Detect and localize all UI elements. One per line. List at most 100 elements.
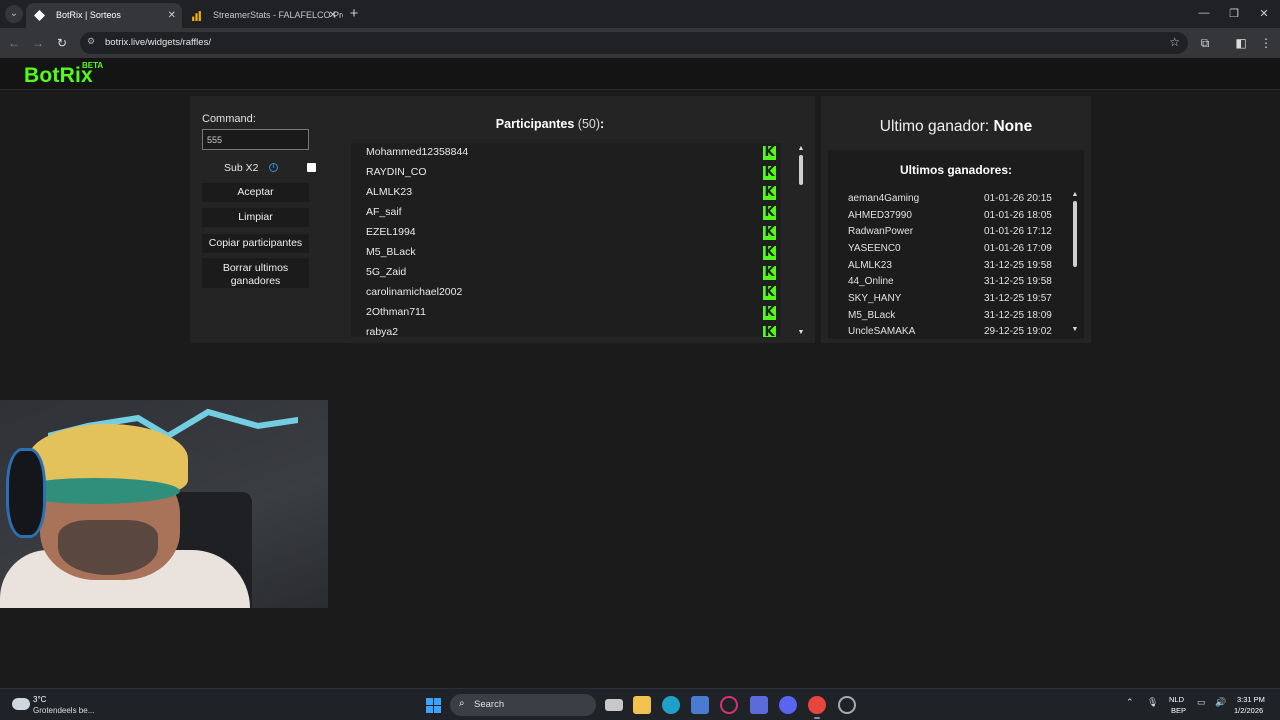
opera-icon[interactable] xyxy=(720,696,738,714)
winner-name: ALMLK23 xyxy=(848,260,892,271)
winners-scrollbar[interactable]: ▲ ▼ xyxy=(1070,191,1080,334)
restore-icon[interactable]: ❐ xyxy=(1226,7,1242,20)
winner-date: 31-12-25 19:58 xyxy=(984,276,1052,287)
scroll-thumb[interactable] xyxy=(1073,201,1077,267)
scroll-up-icon[interactable]: ▲ xyxy=(796,145,806,153)
streamlabs-icon[interactable] xyxy=(750,696,768,714)
botrix-favicon-icon xyxy=(34,10,45,21)
search-placeholder: Search xyxy=(474,699,505,710)
sub-x2-checkbox[interactable] xyxy=(307,163,316,172)
forward-icon[interactable]: → xyxy=(29,34,47,52)
close-icon[interactable]: ✕ xyxy=(329,3,337,28)
close-icon[interactable]: ✕ xyxy=(168,3,176,28)
new-tab-icon[interactable]: + xyxy=(346,5,362,23)
obs-icon[interactable] xyxy=(838,696,856,714)
clock-time[interactable]: 3:31 PM xyxy=(1237,695,1265,704)
clear-button[interactable]: Limpiar xyxy=(202,208,309,227)
chevron-up-icon[interactable]: ⌃ xyxy=(1126,697,1134,708)
list-item[interactable]: Mohammed12358844 K xyxy=(351,143,781,163)
last-winners-list[interactable]: aeman4Gaming 01-01-26 20:15 AHMED37990 01-… xyxy=(828,190,1068,338)
edge-icon[interactable] xyxy=(662,696,680,714)
participants-scrollbar[interactable]: ▲ ▼ xyxy=(796,145,806,337)
reload-icon[interactable]: ↻ xyxy=(53,34,71,52)
last-winner-value: None xyxy=(993,118,1033,135)
participants-list[interactable]: Mohammed12358844 K RAYDIN_CO K ALMLK23 K AF… xyxy=(351,143,781,337)
tab-title: BotRix | Sorteos xyxy=(56,10,121,20)
participant-name: 2Othman711 xyxy=(366,306,426,318)
site-info-icon[interactable]: ⚙ xyxy=(87,36,99,50)
info-icon[interactable]: i xyxy=(269,163,278,172)
winner-name: SKY_HANY xyxy=(848,293,902,304)
browser-chrome: ⌄ BotRix | Sorteos ✕ StreamerStats - FAL… xyxy=(0,0,1280,58)
winners-panel: Ultimo ganador: None Ultimos ganadores: … xyxy=(821,96,1091,343)
tab-strip: ⌄ BotRix | Sorteos ✕ StreamerStats - FAL… xyxy=(0,0,1280,28)
minimize-icon[interactable]: — xyxy=(1196,7,1212,19)
list-item[interactable]: AF_saif K xyxy=(351,203,781,223)
last-winner: Ultimo ganador: None xyxy=(821,118,1091,136)
winner-name: M5_BLack xyxy=(848,310,896,321)
list-item[interactable]: 2Othman711 K xyxy=(351,303,781,323)
participant-name: 5G_Zaid xyxy=(366,266,407,278)
list-item: SKY_HANY 31-12-25 19:57 xyxy=(828,291,1068,308)
list-item[interactable]: carolinamichael2002 K xyxy=(351,283,781,303)
participants-title-text: Participantes xyxy=(495,117,575,131)
delete-last-winners-button[interactable]: Borrar ultimos ganadores xyxy=(202,258,309,288)
back-icon[interactable]: ← xyxy=(5,34,23,52)
command-input[interactable] xyxy=(202,129,309,150)
microphone-icon[interactable]: 🎙 xyxy=(1147,697,1158,708)
weather-temp[interactable]: 3°C xyxy=(33,695,46,704)
winner-name: RadwanPower xyxy=(848,226,914,237)
clock-date[interactable]: 1/2/2026 xyxy=(1234,706,1263,715)
weather-desc[interactable]: Grotendeels be... xyxy=(33,706,94,715)
search-icon: ⌕ xyxy=(459,698,465,709)
discord-icon[interactable] xyxy=(779,696,797,714)
accept-button[interactable]: Aceptar xyxy=(202,183,309,202)
list-item[interactable]: ALMLK23 K xyxy=(351,183,781,203)
scroll-down-icon[interactable]: ▼ xyxy=(796,329,806,337)
kick-icon: K xyxy=(763,165,776,180)
list-item: RadwanPower 01-01-26 17:12 xyxy=(828,224,1068,241)
kick-icon: K xyxy=(763,205,776,220)
close-window-icon[interactable]: ✕ xyxy=(1256,7,1272,20)
tab-botrix[interactable]: BotRix | Sorteos ✕ xyxy=(26,3,182,28)
participant-name: RAYDIN_CO xyxy=(366,166,427,178)
list-item[interactable]: rabya2 K xyxy=(351,323,781,337)
winner-name: aeman4Gaming xyxy=(848,193,920,204)
list-item[interactable]: RAYDIN_CO K xyxy=(351,163,781,183)
list-item[interactable]: 5G_Zaid K xyxy=(351,263,781,283)
address-bar[interactable]: ⚙ botrix.live/widgets/raffles/ ☆ xyxy=(80,32,1188,54)
tab-streamerstats[interactable]: StreamerStats - FALAFELCO Pro ✕ xyxy=(183,3,343,28)
copy-participants-button[interactable]: Copiar participantes xyxy=(202,234,309,253)
menu-icon[interactable]: ⋮ xyxy=(1258,34,1274,52)
list-item: M5_BLack 31-12-25 18:09 xyxy=(828,308,1068,325)
bookmark-star-icon[interactable]: ☆ xyxy=(1169,35,1180,49)
extensions-icon[interactable]: ⧉ xyxy=(1197,34,1213,52)
task-view-icon[interactable] xyxy=(605,699,623,711)
volume-icon[interactable]: 🔊 xyxy=(1215,697,1226,708)
language-top[interactable]: NLD xyxy=(1169,695,1184,704)
list-item[interactable]: EZEL1994 K xyxy=(351,223,781,243)
kick-icon: K xyxy=(763,185,776,200)
list-item[interactable]: M5_BLack K xyxy=(351,243,781,263)
taskbar-search[interactable]: ⌕ Search xyxy=(450,694,596,716)
windows-start-icon[interactable] xyxy=(426,698,441,713)
tab-search-button[interactable]: ⌄ xyxy=(5,5,23,23)
participant-name: ALMLK23 xyxy=(366,186,413,198)
raffle-panel: Command: Sub X2 i Aceptar Limpiar Copiar… xyxy=(190,96,815,343)
network-icon[interactable]: ▭ xyxy=(1197,697,1206,708)
scroll-thumb[interactable] xyxy=(799,155,803,185)
profile-icon[interactable]: ◧ xyxy=(1233,34,1249,52)
scroll-down-icon[interactable]: ▼ xyxy=(1070,326,1080,334)
participant-name: M5_BLack xyxy=(366,246,416,258)
command-label: Command: xyxy=(202,113,256,125)
winner-date: 01-01-26 17:12 xyxy=(984,226,1052,237)
store-icon[interactable] xyxy=(691,696,709,714)
list-item: aeman4Gaming 01-01-26 20:15 xyxy=(828,191,1068,208)
scroll-up-icon[interactable]: ▲ xyxy=(1070,191,1080,199)
language-bottom[interactable]: BEP xyxy=(1171,706,1186,715)
url-text[interactable]: botrix.live/widgets/raffles/ xyxy=(105,32,211,54)
list-item: YASEENC0 01-01-26 17:09 xyxy=(828,241,1068,258)
cloud-icon[interactable] xyxy=(12,698,30,710)
file-explorer-icon[interactable] xyxy=(633,696,651,714)
chrome-icon[interactable] xyxy=(808,696,826,719)
